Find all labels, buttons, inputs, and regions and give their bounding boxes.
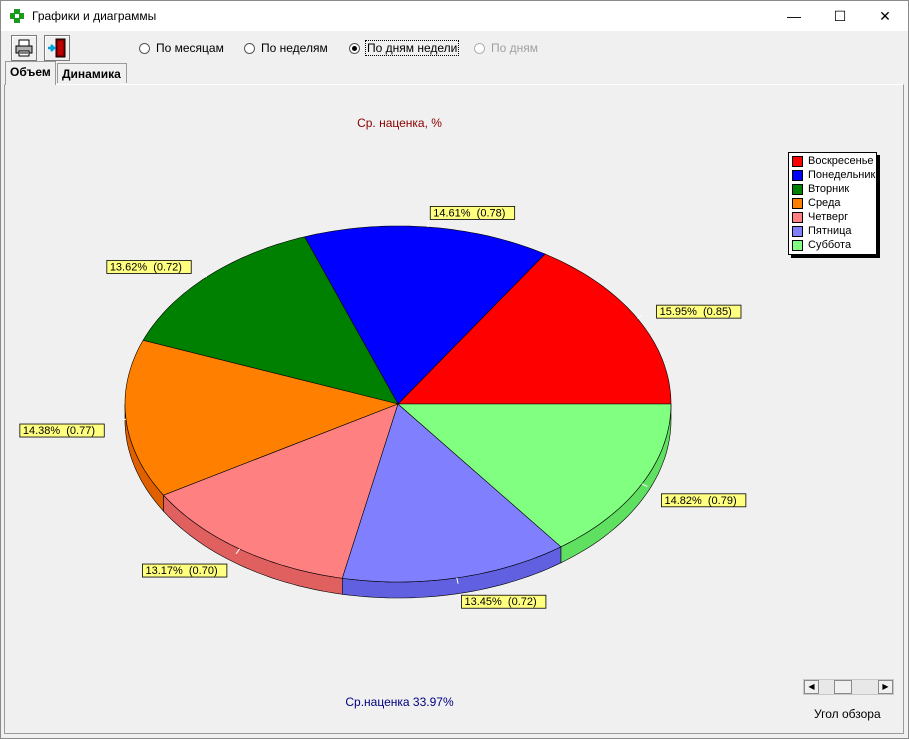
scroll-thumb[interactable] xyxy=(834,680,852,694)
legend-swatch xyxy=(792,225,803,237)
data-label: 13.62% (0.72) xyxy=(110,261,182,273)
legend-label: Вторник xyxy=(808,183,850,195)
legend-swatch xyxy=(792,155,803,167)
label-tick xyxy=(427,221,430,228)
data-label: 13.17% (0.70) xyxy=(145,565,217,577)
legend-swatch xyxy=(792,239,803,251)
chart-footer: Ср.наценка 33.97% xyxy=(345,695,454,709)
legend-item: Четверг xyxy=(792,210,876,224)
legend-label: Понедельник xyxy=(808,169,876,181)
legend-label: Четверг xyxy=(808,211,849,223)
legend-swatch xyxy=(792,183,803,195)
tab-volume[interactable]: Объем xyxy=(5,61,56,85)
data-label: 14.82% (0.79) xyxy=(664,495,736,507)
legend-item: Понедельник xyxy=(792,168,876,182)
label-tick xyxy=(201,272,207,278)
data-label: 13.45% (0.72) xyxy=(465,596,537,608)
view-angle-scrollbar[interactable]: ◀ ▶ xyxy=(803,679,894,695)
legend-item: Воскресенье xyxy=(792,154,876,168)
legend-item: Среда xyxy=(792,196,876,210)
label-tick xyxy=(119,418,127,421)
legend-label: Суббота xyxy=(808,239,852,251)
legend-label: Пятница xyxy=(808,225,852,237)
legend-item: Суббота xyxy=(792,238,876,252)
legend-item: Вторник xyxy=(792,182,876,196)
label-tick xyxy=(637,315,643,319)
legend-swatch xyxy=(792,197,803,209)
legend-label: Среда xyxy=(808,197,841,209)
chart-legend: Воскресенье Понедельник Вторник Среда Четвер… xyxy=(788,152,877,255)
data-label: 15.95% (0.85) xyxy=(660,306,732,318)
scroll-left-arrow[interactable]: ◀ xyxy=(804,680,819,694)
data-label: 14.61% (0.78) xyxy=(433,207,505,219)
scroll-right-arrow[interactable]: ▶ xyxy=(878,680,893,694)
legend-swatch xyxy=(792,211,803,223)
legend-swatch xyxy=(792,169,803,181)
chart-window: Графики и диаграммы — ☐ ✕ По месяцам По … xyxy=(0,0,909,739)
pie-chart: 15.95% (0.85) 14.61% (0.78) 13.62% (0.72) 1… xyxy=(19,206,747,609)
legend-label: Воскресенье xyxy=(808,155,874,167)
legend-item: Пятница xyxy=(792,224,876,238)
data-label: 14.38% (0.77) xyxy=(23,425,95,437)
view-angle-label: Угол обзора xyxy=(814,707,881,721)
